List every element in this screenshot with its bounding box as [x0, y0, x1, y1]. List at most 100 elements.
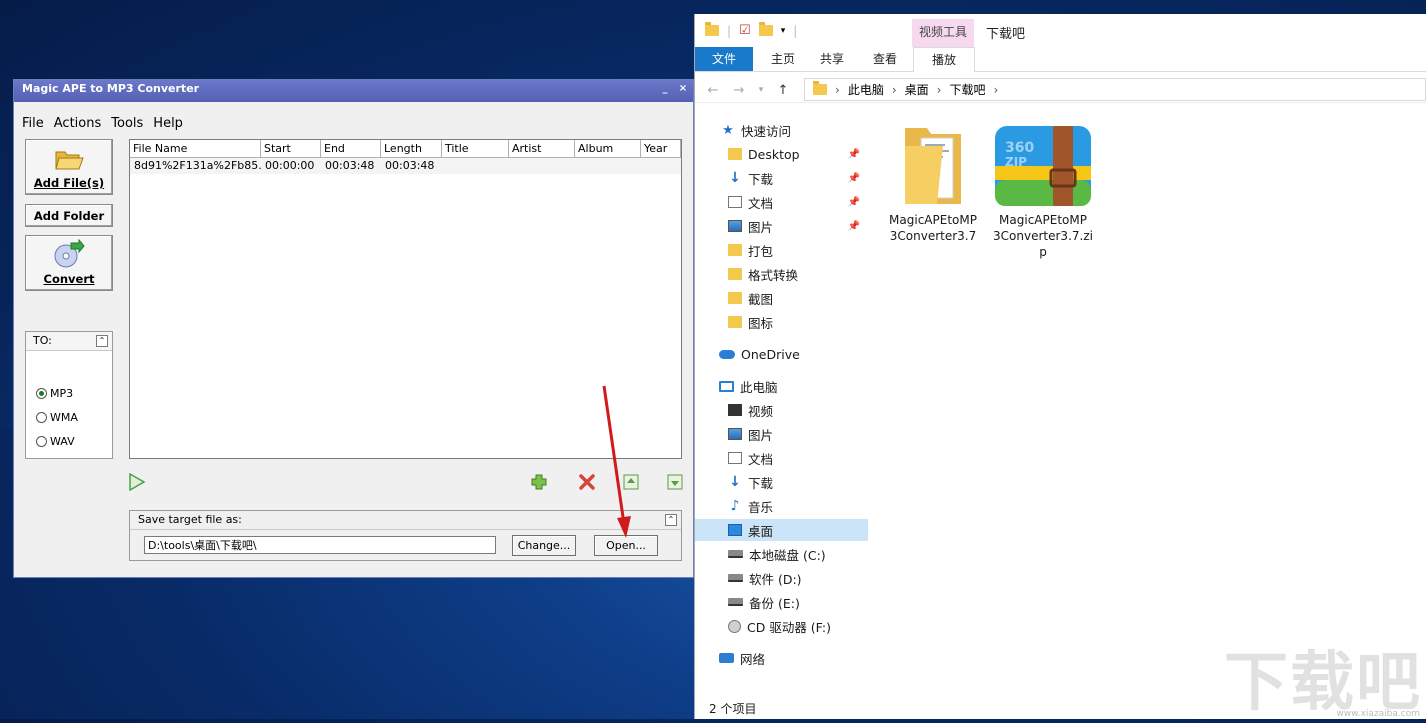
format-radio-wav[interactable]: WAV	[36, 435, 75, 448]
ape-window-title: Magic APE to MP3 Converter	[22, 82, 200, 95]
nav-item-pictures[interactable]: 图片 📌	[695, 215, 868, 237]
nav-label: 本地磁盘 (C:)	[749, 547, 826, 563]
nav-item-music[interactable]: ♪ 音乐	[695, 495, 868, 517]
format-radio-wma[interactable]: WMA	[36, 411, 78, 424]
nav-item-pack[interactable]: 打包	[695, 239, 868, 261]
pin-icon[interactable]: 📌	[848, 173, 860, 184]
nav-item-drive-f[interactable]: CD 驱动器 (F:)	[695, 615, 868, 637]
nav-item-pc-documents[interactable]: 文档	[695, 447, 868, 469]
column-header[interactable]: Start	[261, 140, 321, 157]
nav-label: CD 驱动器 (F:)	[747, 619, 831, 635]
nav-item-pc-pictures[interactable]: 图片	[695, 423, 868, 445]
drive-icon	[728, 550, 743, 558]
chevron-right-icon[interactable]: ›	[892, 83, 897, 97]
tab-play[interactable]: 播放	[913, 47, 975, 72]
ape-menu-bar: File Actions Tools Help	[22, 116, 183, 131]
file-item-zip[interactable]: 360 ZIP MagicAPEtoMP 3Converter3.7.zi p	[993, 124, 1093, 260]
table-row[interactable]: 8d91%2F131a%2Fb85... 00:00:00 00:03:48 0…	[130, 158, 681, 174]
nav-network[interactable]: 网络	[695, 647, 868, 669]
column-header[interactable]: End	[321, 140, 381, 157]
breadcrumb-item[interactable]: 下载吧	[949, 81, 985, 98]
move-up-icon[interactable]	[622, 473, 640, 491]
remove-icon[interactable]	[578, 473, 596, 491]
open-button[interactable]: Open...	[594, 535, 658, 556]
radio-unselected[interactable]	[36, 412, 47, 423]
breadcrumb-item[interactable]: 此电脑	[848, 81, 884, 98]
convert-button[interactable]: Convert	[25, 235, 113, 291]
change-button[interactable]: Change...	[512, 535, 576, 556]
forward-arrow-icon[interactable]: →	[730, 83, 748, 98]
column-header[interactable]: Title	[442, 140, 509, 157]
pin-icon[interactable]: 📌	[848, 197, 860, 208]
radio-unselected[interactable]	[36, 436, 47, 447]
tab-share[interactable]: 共享	[807, 47, 857, 71]
nav-item-drive-e[interactable]: 备份 (E:)	[695, 591, 868, 613]
target-path-input[interactable]: D:\tools\桌面\下载吧\	[144, 536, 496, 554]
menu-tools[interactable]: Tools	[111, 116, 143, 131]
nav-item-drive-c[interactable]: 本地磁盘 (C:)	[695, 543, 868, 565]
tab-home[interactable]: 主页	[759, 47, 807, 71]
column-header[interactable]: File Name	[130, 140, 261, 157]
tab-file[interactable]: 文件	[695, 47, 753, 71]
file-name-line: 3Converter3.7	[889, 229, 977, 243]
chevron-right-icon[interactable]: ›	[937, 83, 942, 97]
chevron-right-icon[interactable]: ›	[993, 83, 998, 97]
up-arrow-icon[interactable]: ↑	[774, 83, 792, 98]
move-down-icon[interactable]	[666, 473, 684, 491]
new-folder-icon[interactable]	[758, 22, 773, 36]
nav-item-downloads[interactable]: ↓ 下载 📌	[695, 167, 868, 189]
column-header[interactable]: Year	[641, 140, 681, 157]
nav-label: 快速访问	[741, 123, 792, 139]
ape-title-bar[interactable]: Magic APE to MP3 Converter _ ×	[14, 80, 693, 102]
back-arrow-icon[interactable]: ←	[704, 83, 722, 98]
nav-item-icons[interactable]: 图标	[695, 311, 868, 333]
add-folder-button[interactable]: Add Folder	[25, 204, 113, 227]
file-view[interactable]: MagicAPEtoMP 3Converter3.7 360 ZIP Magic…	[869, 114, 1426, 719]
add-files-button[interactable]: Add File(s)	[25, 139, 113, 195]
chevron-right-icon[interactable]: ›	[835, 83, 840, 97]
ape-converter-window: Magic APE to MP3 Converter _ × File Acti…	[13, 79, 694, 578]
pin-icon[interactable]: 📌	[848, 149, 860, 160]
tab-view[interactable]: 查看	[857, 47, 913, 71]
nav-item-documents[interactable]: 文档 📌	[695, 191, 868, 213]
nav-item-videos[interactable]: 视频	[695, 399, 868, 421]
format-radio-mp3[interactable]: MP3	[36, 387, 73, 400]
folder-icon	[728, 268, 742, 280]
collapse-icon[interactable]: ⌃	[96, 335, 108, 347]
customize-dropdown-icon[interactable]: ▾	[781, 26, 786, 36]
radio-selected[interactable]	[36, 388, 47, 399]
nav-item-pc-downloads[interactable]: ↓ 下载	[695, 471, 868, 493]
breadcrumb-item[interactable]: 桌面	[905, 81, 929, 98]
play-icon[interactable]	[128, 473, 146, 491]
folder-icon[interactable]	[705, 22, 719, 36]
file-list[interactable]: File Name Start End Length Title Artist …	[129, 139, 682, 459]
add-icon[interactable]	[530, 473, 548, 491]
nav-item-drive-d[interactable]: 软件 (D:)	[695, 567, 868, 589]
navigation-pane: ★ 快速访问 Desktop 📌 ↓ 下载 📌 文档 📌 图片 📌 打包 格式转…	[695, 114, 868, 704]
menu-file[interactable]: File	[22, 116, 44, 131]
recent-locations-icon[interactable]: ▾	[752, 85, 770, 95]
breadcrumb[interactable]: › 此电脑 › 桌面 › 下载吧 ›	[804, 78, 1426, 101]
close-button[interactable]: ×	[677, 82, 689, 96]
video-tools-context-tab[interactable]: 视频工具	[912, 19, 974, 47]
nav-label: 图片	[748, 219, 774, 235]
menu-help[interactable]: Help	[153, 116, 183, 131]
folder-icon	[728, 244, 742, 256]
pin-icon[interactable]: 📌	[848, 221, 860, 232]
nav-this-pc[interactable]: 此电脑	[695, 375, 868, 397]
file-item-folder[interactable]: MagicAPEtoMP 3Converter3.7	[883, 124, 983, 244]
nav-item-format-convert[interactable]: 格式转换	[695, 263, 868, 285]
nav-item-screenshots[interactable]: 截图	[695, 287, 868, 309]
collapse-icon[interactable]: ⌃	[665, 514, 677, 526]
column-header[interactable]: Album	[575, 140, 641, 157]
properties-icon[interactable]: ☑	[739, 23, 751, 38]
nav-quick-access[interactable]: ★ 快速访问	[695, 119, 868, 141]
nav-item-desktop-pc[interactable]: 桌面	[695, 519, 868, 541]
format-label-wma: WMA	[50, 411, 78, 424]
menu-actions[interactable]: Actions	[54, 116, 102, 131]
column-header[interactable]: Length	[381, 140, 442, 157]
minimize-button[interactable]: _	[659, 82, 671, 96]
nav-onedrive[interactable]: OneDrive	[695, 343, 868, 365]
nav-item-desktop[interactable]: Desktop 📌	[695, 143, 868, 165]
column-header[interactable]: Artist	[509, 140, 575, 157]
